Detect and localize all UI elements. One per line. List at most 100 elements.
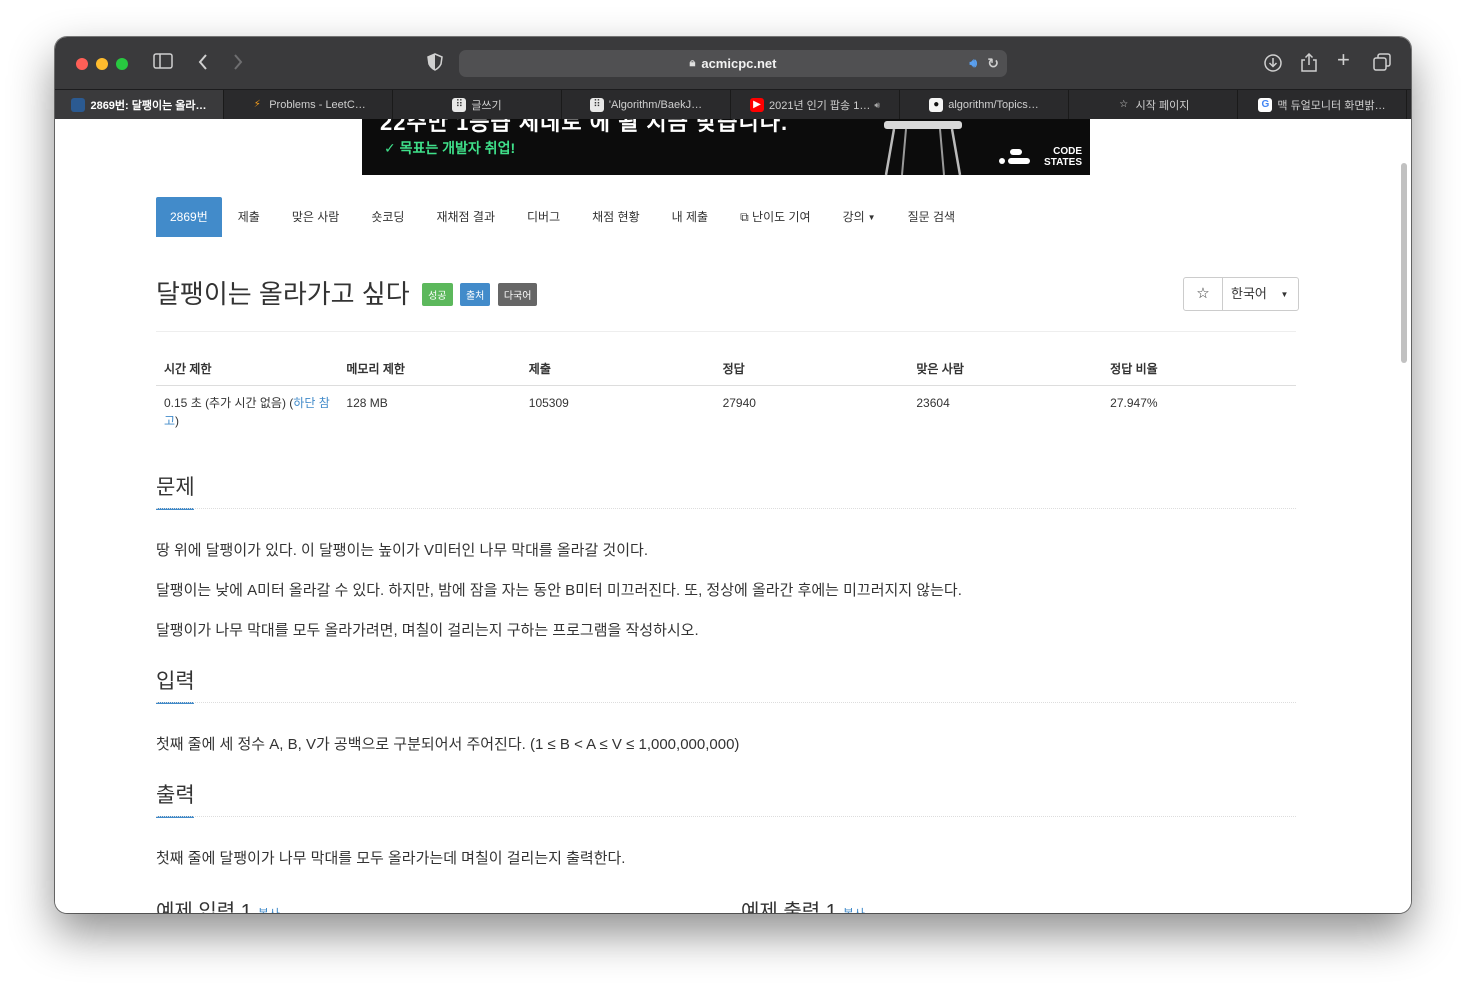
back-icon[interactable] <box>197 53 209 75</box>
example-input-title: 예제 입력 1 복사 <box>156 895 280 913</box>
problem-text-line: 달팽이가 나무 막대를 모두 올라가려면, 며칠이 걸리는지 구하는 프로그램을… <box>156 622 699 639</box>
external-link-icon: ⧉ <box>740 210 749 224</box>
new-tab-icon[interactable]: + <box>1337 49 1350 71</box>
nav-rejudge[interactable]: 재채점 결과 <box>420 197 511 237</box>
browser-tab-youtube[interactable]: ▶ 2021년 인기 팝송 1… 🔊︎ <box>731 90 900 120</box>
lock-icon: 🔒︎ <box>689 57 696 69</box>
solvers-cell: 23604 <box>916 396 950 410</box>
youtube-favicon-icon: ▶ <box>749 98 764 112</box>
github-favicon-icon: ● <box>929 98 944 112</box>
url-text: acmicpc.net <box>701 56 777 71</box>
section-rule <box>156 702 1296 703</box>
col-memory-limit: 메모리 제한 <box>338 352 521 386</box>
tab-overview-icon[interactable] <box>1373 53 1391 75</box>
col-submissions: 제출 <box>520 352 715 386</box>
nav-difficulty[interactable]: ⧉ 난이도 기여 <box>724 197 826 237</box>
col-ratio: 정답 비율 <box>1102 352 1296 386</box>
nav-difficulty-label: 난이도 기여 <box>752 210 811 224</box>
downloads-icon[interactable] <box>1263 53 1283 77</box>
browser-tab-start-page[interactable]: ☆ 시작 페이지 <box>1069 90 1238 120</box>
browser-tab-algorithm-blog[interactable]: ⠿ 'Algorithm/BaekJ… <box>562 90 731 120</box>
problem-section-title: 문제 <box>156 471 195 510</box>
logo-line2: STATES <box>1044 157 1082 168</box>
reload-icon[interactable]: ↻ <box>987 55 999 72</box>
codestates-logo: CODE STATES <box>1044 146 1082 168</box>
input-section-title: 입력 <box>156 665 195 704</box>
ad-banner[interactable]: 22주만 1등급 세데토 에 될 지금 맞습니다. ✓ 목표는 개발자 취업! … <box>362 119 1090 175</box>
nav-submit[interactable]: 제출 <box>222 197 276 237</box>
tab-title: 글쓰기 <box>471 100 502 112</box>
tab-bar: 2869번: 달팽이는 올라… ⚡︎ Problems - LeetC… ⠿ 글… <box>55 89 1411 121</box>
section-heading: 문제 <box>156 476 195 499</box>
nav-debug[interactable]: 디버그 <box>511 197 576 237</box>
tab-title: 시작 페이지 <box>1135 100 1190 112</box>
copy-input-button[interactable]: 복사 <box>258 907 280 913</box>
table-row: 0.15 초 (추가 시간 없음) (하단 참고) 128 MB 105309 … <box>156 386 1296 439</box>
nav-problem[interactable]: 2869번 <box>156 197 222 237</box>
nav-solvers[interactable]: 맞은 사람 <box>276 197 356 237</box>
boj-favicon-icon <box>71 98 86 112</box>
forward-icon[interactable] <box>232 53 244 75</box>
col-solvers: 맞은 사람 <box>908 352 1103 386</box>
browser-tab-google[interactable]: G 맥 듀얼모니터 화면밝… <box>1238 90 1407 120</box>
source-badge: 출처 <box>459 283 491 306</box>
nav-short-coding[interactable]: 숏코딩 <box>355 197 420 237</box>
col-accepted: 정답 <box>714 352 909 386</box>
banner-goal: ✓ 목표는 개발자 취업! <box>384 138 515 158</box>
section-rule <box>156 816 1296 817</box>
multilang-badge: 다국어 <box>497 283 538 306</box>
browser-tab-leetcode[interactable]: ⚡︎ Problems - LeetC… <box>224 90 393 120</box>
page-scrollbar[interactable] <box>1401 163 1407 363</box>
success-badge: 성공 <box>422 283 453 306</box>
tab-title: 'Algorithm/BaekJ… <box>608 99 703 111</box>
favorite-star-button[interactable]: ☆ <box>1184 278 1223 310</box>
col-time-limit: 시간 제한 <box>156 352 339 386</box>
audio-playing-icon[interactable]: 🔊︎ <box>874 100 880 111</box>
problem-nav: 2869번 제출 맞은 사람 숏코딩 재채점 결과 디버그 채점 현황 내 제출… <box>156 197 971 237</box>
browser-tab-write[interactable]: ⠿ 글쓰기 <box>393 90 562 120</box>
accepted-cell: 27940 <box>722 396 756 410</box>
check-icon: ✓ <box>384 140 396 156</box>
problem-text-line: 달팽이는 낮에 A미터 올라갈 수 있다. 하지만, 밤에 잠을 자는 동안 B… <box>156 582 962 599</box>
section-heading: 출력 <box>156 784 195 807</box>
address-bar[interactable]: 🔒︎ acmicpc.net 🔊︎ ↻ <box>459 50 1007 77</box>
problem-actions: ☆ 한국어 ▼ <box>1183 277 1300 311</box>
browser-window: 🔒︎ acmicpc.net 🔊︎ ↻ + 2869번: 달팽이는 올라… ⚡︎… <box>55 37 1411 913</box>
copy-output-button[interactable]: 복사 <box>843 907 865 913</box>
example-output-title: 예제 출력 1 복사 <box>741 895 865 913</box>
close-window-button[interactable] <box>76 58 88 70</box>
time-limit-close: ) <box>175 414 180 428</box>
caret-down-icon: ▼ <box>1280 289 1289 299</box>
privacy-shield-icon[interactable] <box>427 53 443 75</box>
caret-down-icon: ▼ <box>867 212 876 222</box>
nav-status[interactable]: 채점 현황 <box>576 197 656 237</box>
dots-favicon-icon: ⠿ <box>452 98 467 112</box>
dots-favicon-icon: ⠿ <box>589 98 604 112</box>
example-input-heading: 예제 입력 1 <box>156 901 252 913</box>
zoom-window-button[interactable] <box>116 58 128 70</box>
language-select[interactable]: 한국어 ▼ <box>1223 278 1298 310</box>
speaker-icon[interactable]: 🔊︎ <box>969 56 977 71</box>
ratio-cell: 27.947% <box>1110 396 1158 410</box>
divider <box>156 331 1296 332</box>
memory-cell: 128 MB <box>346 396 388 410</box>
nav-question-search[interactable]: 질문 검색 <box>892 197 972 237</box>
page-content: 22주만 1등급 세데토 에 될 지금 맞습니다. ✓ 목표는 개발자 취업! … <box>55 119 1411 913</box>
minimize-window-button[interactable] <box>96 58 108 70</box>
browser-tab-boj[interactable]: 2869번: 달팽이는 올라… <box>55 90 224 120</box>
browser-tab-github[interactable]: ● algorithm/Topics… <box>900 90 1069 120</box>
banner-goal-text: 목표는 개발자 취업! <box>399 140 516 156</box>
section-heading: 입력 <box>156 670 195 693</box>
output-section-title: 출력 <box>156 779 195 818</box>
chair-image <box>884 121 962 175</box>
star-favicon-icon: ☆ <box>1119 99 1129 110</box>
nav-my-submissions[interactable]: 내 제출 <box>656 197 724 237</box>
table-header-row: 시간 제한 메모리 제한 제출 정답 맞은 사람 정답 비율 <box>156 352 1296 386</box>
share-icon[interactable] <box>1300 52 1318 77</box>
time-limit-cell: 0.15 초 (추가 시간 없음) (하단 참고) <box>156 386 338 439</box>
nav-lecture-label: 강의 <box>842 210 865 224</box>
nav-lecture[interactable]: 강의 ▼ <box>827 197 892 237</box>
time-limit-value: 0.15 초 (추가 시간 없음) ( <box>164 396 294 410</box>
sidebar-icon[interactable] <box>153 53 173 73</box>
tab-title: algorithm/Topics… <box>948 99 1039 111</box>
